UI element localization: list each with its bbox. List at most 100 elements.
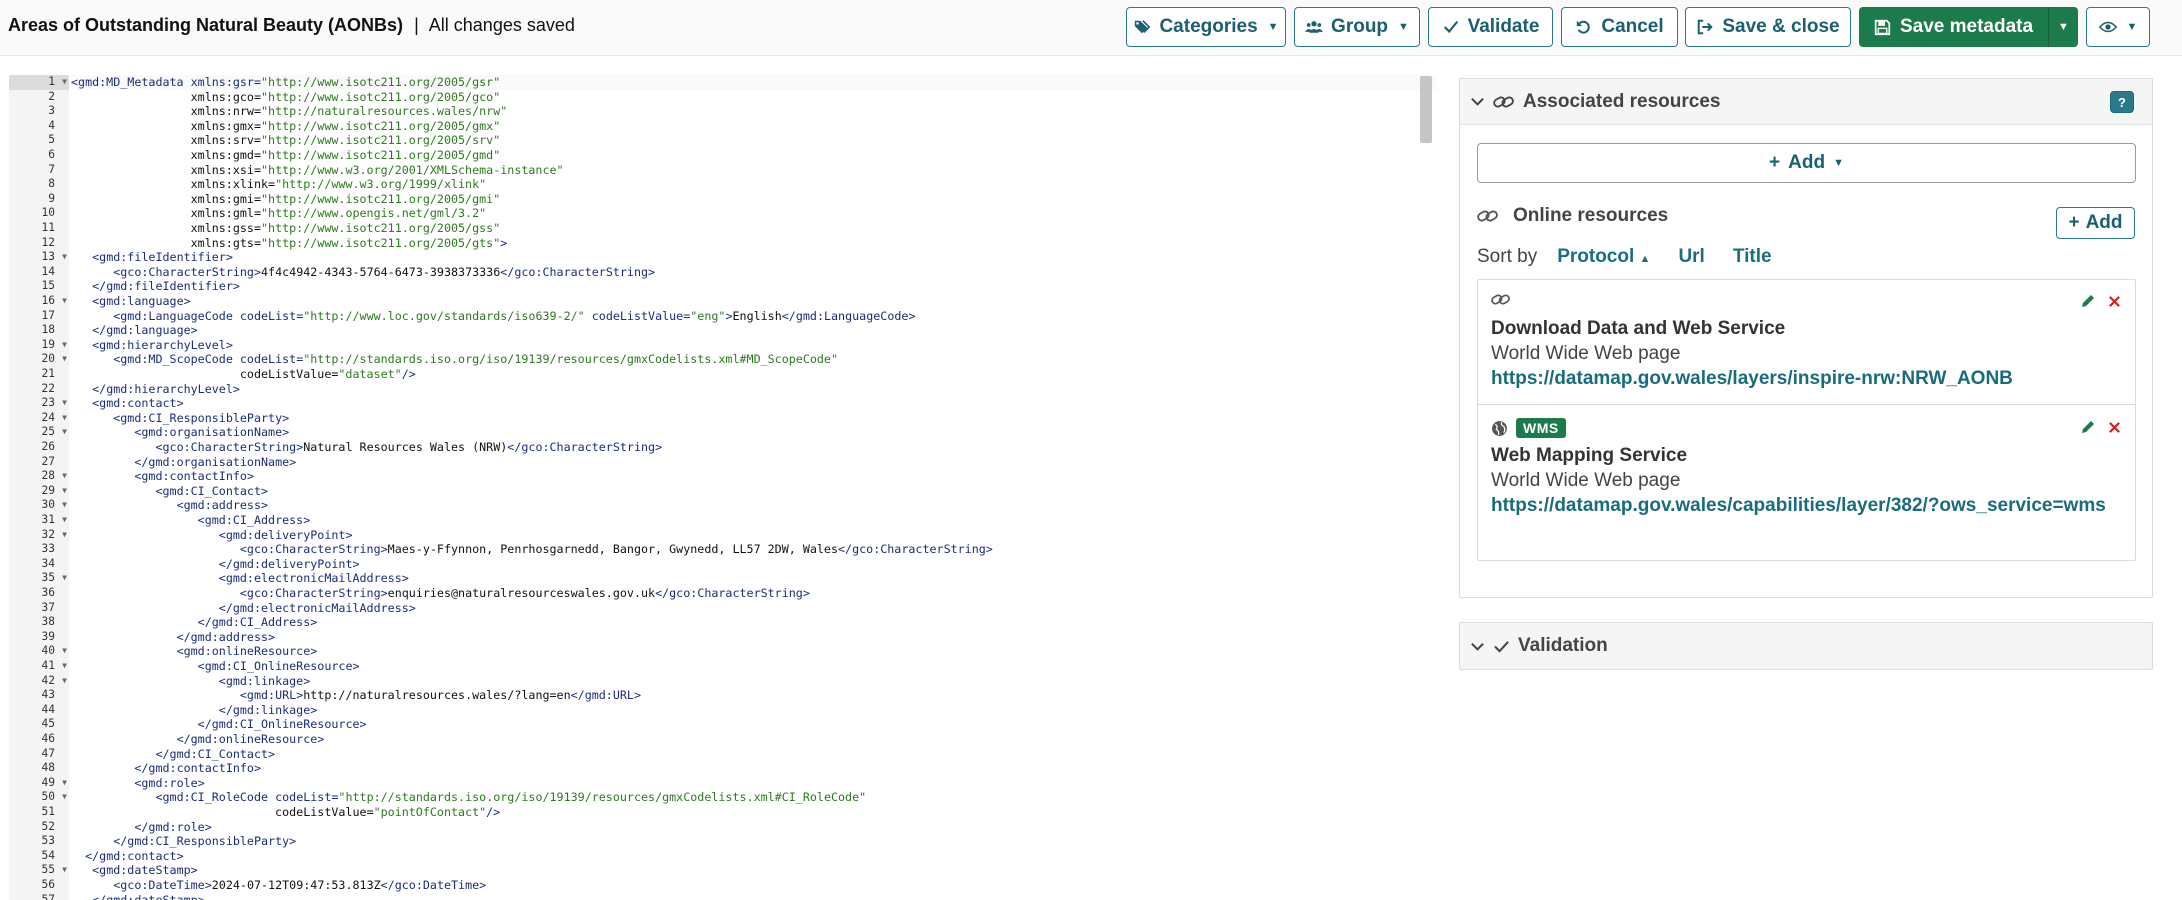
globe-icon [1491,420,1508,437]
line-number-cell: 50 ▼ [9,790,69,805]
line-number: 18 [41,323,55,337]
fold-toggle-icon[interactable]: ▼ [62,411,67,426]
code-text: <gmd:deliveryPoint> [218,527,353,542]
save-close-button[interactable]: Save & close [1685,7,1851,47]
resource-url-link[interactable]: https://datamap.gov.wales/layers/inspire… [1491,366,2111,392]
line-number-cell: 52 [9,820,69,835]
line-number: 55 [41,863,55,877]
line-number: 52 [41,819,55,833]
code-text: </gmd:deliveryPoint> [218,556,360,571]
code-text: </gmd:linkage> [218,702,318,717]
categories-button[interactable]: Categories ▼ [1126,7,1286,47]
save-metadata-button[interactable]: Save metadata [1859,7,2049,47]
line-number: 41 [41,659,55,672]
fold-toggle-icon[interactable]: ▼ [62,75,67,90]
line-number: 26 [41,440,55,453]
floppy-disk-icon [1874,19,1891,36]
chevron-down-icon: ▼ [1833,157,1844,169]
fold-toggle-icon[interactable]: ▼ [62,484,67,499]
online-resources-heading: Online resources [1477,205,1668,227]
fold-toggle-icon[interactable]: ▼ [62,498,67,513]
fold-toggle-icon[interactable]: ▼ [62,863,67,878]
line-number: 21 [41,367,55,380]
line-number-cell: 39 [9,630,69,645]
code-text: <gmd:CI_RoleCode codeList="http://standa… [155,790,867,805]
line-number-cell: 22 [9,382,69,397]
line-number-cell: 26 [9,440,69,455]
resource-url-link[interactable]: https://datamap.gov.wales/capabilities/l… [1491,493,2111,519]
save-status: All changes saved [428,15,575,35]
pencil-icon[interactable] [2080,293,2096,309]
line-number-cell: 27 [9,455,69,470]
code-text: </gmd:organisationName> [134,454,297,469]
code-text: <gmd:hierarchyLevel> [92,337,233,352]
fold-toggle-icon[interactable]: ▼ [62,294,67,309]
pencil-icon[interactable] [2080,419,2096,435]
fold-toggle-icon[interactable]: ▼ [62,396,67,411]
code-text: </gmd:electronicMailAddress> [218,600,416,615]
save-metadata-label: Save metadata [1899,16,2034,37]
line-number-cell: 46 [9,732,69,747]
add-online-resource-button[interactable]: + Add [2056,207,2135,239]
fold-toggle-icon[interactable]: ▼ [62,338,67,353]
save-options-toggle[interactable]: ▼ [2049,7,2078,47]
line-number: 16 [41,294,55,307]
validate-button[interactable]: Validate [1428,7,1553,47]
line-number-cell: 41 ▼ [9,659,69,674]
line-number: 10 [41,206,55,220]
line-number: 43 [41,688,55,702]
xml-code-editor[interactable]: 1 ▼ <gmd:MD_Metadata xmlns:gsr="http://www… [9,75,1436,900]
code-text: <gmd:CI_ResponsibleParty> [113,410,290,425]
line-number-cell: 21 [9,367,69,382]
fold-toggle-icon[interactable]: ▼ [62,352,67,367]
fold-toggle-icon[interactable]: ▼ [62,776,67,791]
chevron-down-icon: ▼ [1267,21,1279,33]
fold-toggle-icon[interactable]: ▼ [62,469,67,484]
sort-option-url[interactable]: Url [1678,246,1704,268]
sort-option-protocol[interactable]: Protocol ▲ [1557,246,1650,268]
code-text: <gmd:address> [176,498,269,513]
fold-toggle-icon[interactable]: ▼ [62,425,67,440]
code-text: </gmd:dateStamp> [92,892,205,900]
fold-toggle-icon[interactable]: ▼ [62,674,67,689]
code-text: </gmd:CI_Address> [197,615,318,630]
fold-toggle-icon[interactable]: ▼ [62,659,67,674]
fold-toggle-icon[interactable]: ▼ [62,513,67,528]
associated-resources-header[interactable]: Associated resources [1460,79,2152,125]
sort-ascending-icon: ▲ [1639,253,1651,265]
fold-toggle-icon[interactable]: ▼ [62,528,67,543]
code-text: <gmd:MD_Metadata xmlns:gsr="http://www.i… [71,75,1436,90]
chevron-down-icon: ▼ [1398,21,1409,33]
fold-toggle-icon[interactable]: ▼ [62,790,67,805]
associated-resources-panel: Associated resources ? + Add ▼ Online re… [1459,78,2153,598]
code-text: <gmd:CI_Contact> [155,483,269,498]
group-button[interactable]: Group ▼ [1294,7,1420,47]
delete-icon[interactable] [2108,295,2121,308]
title-separator: | [414,15,419,35]
save-close-label: Save & close [1722,16,1840,37]
fold-toggle-icon[interactable]: ▼ [62,250,67,265]
code-text: <gmd:onlineResource> [176,644,318,659]
editor-scrollbar[interactable] [1420,76,1432,143]
help-button[interactable]: ? [2110,91,2134,113]
line-number-cell: 14 [9,265,69,280]
view-mode-button[interactable]: ▼ [2086,7,2150,47]
code-text: <gco:CharacterString>4f4c4942-4343-5764-… [113,264,656,279]
line-number: 47 [41,746,55,760]
code-text: </gmd:CI_Contact> [155,746,276,761]
cancel-button[interactable]: Cancel [1561,7,1678,47]
record-title: Areas of Outstanding Natural Beauty (AON… [8,15,404,35]
add-resource-button[interactable]: + Add ▼ [1477,143,2136,183]
line-number: 3 [48,104,55,118]
undo-icon [1575,18,1593,36]
delete-icon[interactable] [2108,421,2121,434]
line-number-cell: 15 [9,279,69,294]
fold-toggle-icon[interactable]: ▼ [62,644,67,659]
validation-panel-header[interactable]: Validation [1459,622,2153,670]
line-number: 53 [41,834,55,848]
line-number-cell: 37 [9,601,69,616]
code-text: </gmd:role> [134,819,212,834]
fold-toggle-icon[interactable]: ▼ [62,571,67,586]
line-number-cell: 48 [9,761,69,776]
sort-option-title[interactable]: Title [1733,246,1772,268]
